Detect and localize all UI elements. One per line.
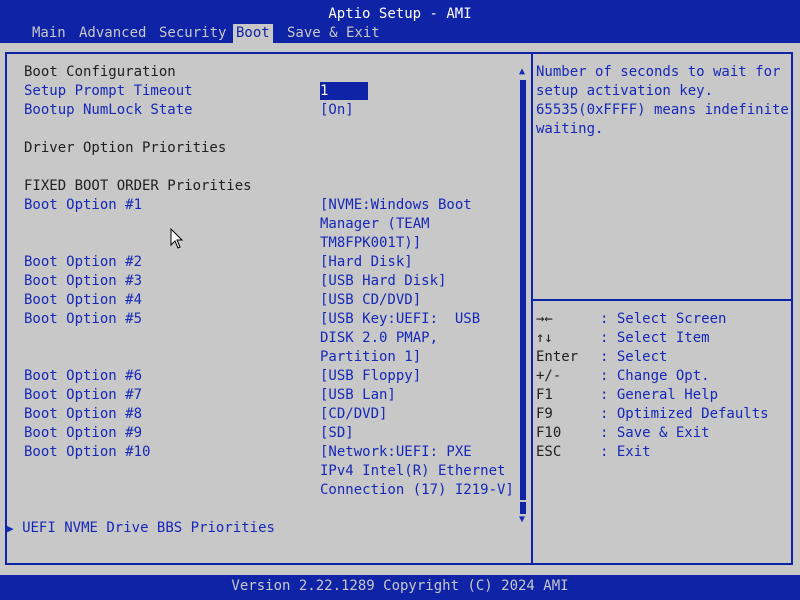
tab-main[interactable]: Main (29, 24, 69, 43)
key-hint-desc: : Change Opt. (600, 368, 710, 384)
boot-option-value[interactable]: TM8FPK001T)] (320, 234, 421, 253)
setup-prompt-timeout-label[interactable]: Setup Prompt Timeout (24, 82, 193, 101)
boot-option-value[interactable]: [Network:UEFI: PXE (320, 443, 472, 462)
key-hint-desc: : Select Screen (600, 311, 727, 327)
section-boot-configuration: Boot Configuration (24, 64, 176, 80)
boot-option-value[interactable]: [USB Hard Disk] (320, 272, 446, 291)
key-hint-desc: : General Help (600, 387, 719, 403)
boot-option-value[interactable]: DISK 2.0 PMAP, (320, 329, 438, 348)
help-divider (533, 299, 791, 301)
boot-option-value[interactable]: Manager (TEAM (320, 215, 430, 234)
boot-option-value[interactable]: Connection (17) I219-V] (320, 481, 514, 500)
boot-option-label[interactable]: Boot Option #10 (24, 443, 150, 462)
boot-option-value[interactable]: [USB Floppy] (320, 367, 421, 386)
fixed-boot-order-heading: FIXED BOOT ORDER Priorities (24, 178, 252, 194)
key-hint-desc: : Save & Exit (600, 425, 710, 441)
tab-security[interactable]: Security (156, 24, 229, 43)
submenu-arrow-icon: ▶ (7, 522, 14, 535)
key-hint-key: +/- (536, 368, 562, 384)
boot-option-value[interactable]: [Hard Disk] (320, 253, 413, 272)
boot-option-value[interactable]: [CD/DVD] (320, 405, 387, 424)
key-hint-desc: : Select (600, 349, 668, 365)
key-hint-desc: : Optimized Defaults (600, 406, 769, 422)
boot-option-label[interactable]: Boot Option #1 (24, 196, 142, 215)
help-line: setup activation key. (536, 83, 714, 99)
boot-option-value[interactable]: IPv4 Intel(R) Ethernet (320, 462, 505, 481)
boot-option-label[interactable]: Boot Option #2 (24, 253, 142, 272)
numlock-state-value[interactable]: [On] (320, 101, 354, 120)
boot-option-label[interactable]: Boot Option #3 (24, 272, 142, 291)
scrollbar-track[interactable] (520, 80, 526, 500)
tab-save-exit[interactable]: Save & Exit (284, 24, 383, 43)
boot-option-value[interactable]: [USB Lan] (320, 386, 396, 405)
key-hint-key: Enter (536, 349, 579, 365)
key-hint-key: F10 (536, 425, 562, 441)
help-line: 65535(0xFFFF) means indefinite (536, 102, 789, 118)
key-hint-desc: : Select Item (600, 330, 710, 346)
boot-option-value[interactable]: [USB CD/DVD] (320, 291, 421, 310)
boot-option-label[interactable]: Boot Option #6 (24, 367, 142, 386)
boot-option-value[interactable]: Partition 1] (320, 348, 421, 367)
boot-option-label[interactable]: Boot Option #7 (24, 386, 142, 405)
driver-option-priorities: Driver Option Priorities (24, 140, 227, 156)
boot-option-value[interactable]: [NVME:Windows Boot (320, 196, 472, 215)
setup-prompt-timeout-input[interactable]: 1 (320, 82, 368, 101)
key-hint-desc: : Exit (600, 444, 651, 460)
numlock-state-label[interactable]: Bootup NumLock State (24, 101, 193, 120)
boot-option-label[interactable]: Boot Option #9 (24, 424, 142, 443)
key-hint-key: ↑↓ (536, 330, 553, 346)
submenu-nvme-bbs[interactable]: ▶ UEFI NVME Drive BBS Priorities (7, 519, 275, 538)
scrollbar[interactable]: ▲ ▼ (519, 66, 527, 526)
boot-option-label[interactable]: Boot Option #4 (24, 291, 142, 310)
mouse-pointer-icon (170, 228, 184, 249)
boot-option-value[interactable]: [SD] (320, 424, 354, 443)
key-hint-key: →← (536, 311, 553, 327)
key-hint-key: F1 (536, 387, 553, 403)
window-title: Aptio Setup - AMI (328, 6, 472, 22)
boot-option-label[interactable]: Boot Option #5 (24, 310, 142, 329)
key-hint-key: F9 (536, 406, 553, 422)
boot-option-value[interactable]: [USB Key:UEFI: USB (320, 310, 480, 329)
menu-bar: Main Advanced Security Boot Save & Exit (0, 24, 800, 43)
scroll-down-arrow-icon[interactable]: ▼ (519, 514, 525, 525)
help-line: waiting. (536, 121, 604, 137)
scrollbar-thumb[interactable] (520, 500, 526, 514)
boot-option-label[interactable]: Boot Option #8 (24, 405, 142, 424)
tab-boot[interactable]: Boot (233, 24, 273, 43)
scroll-up-arrow-icon[interactable]: ▲ (519, 66, 525, 77)
tab-advanced[interactable]: Advanced (76, 24, 149, 43)
key-hint-key: ESC (536, 444, 562, 460)
footer-version: Version 2.22.1289 Copyright (C) 2024 AMI (231, 578, 569, 594)
help-line: Number of seconds to wait for (536, 64, 781, 80)
submenu-nvme-label: UEFI NVME Drive BBS Priorities (22, 520, 275, 536)
